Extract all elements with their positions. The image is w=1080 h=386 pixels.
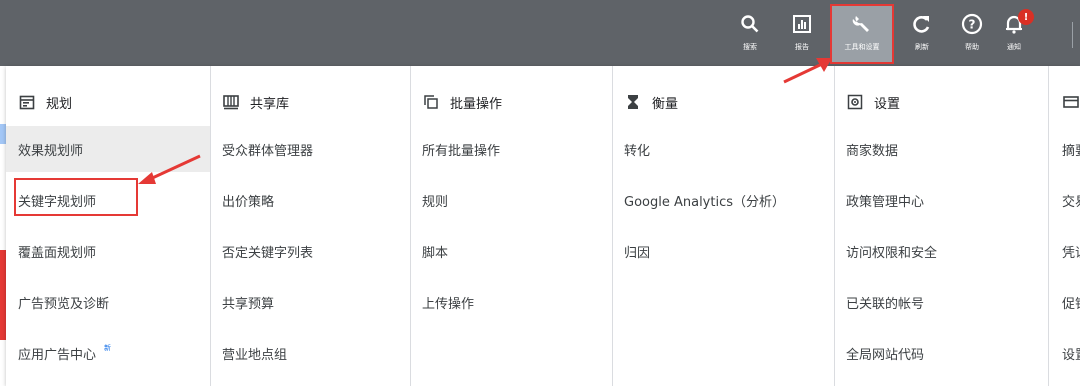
item-label: 广告预览及诊断	[18, 296, 110, 312]
column-header-billing: 结算	[1062, 90, 1080, 114]
item-label: 转化	[624, 143, 651, 159]
menu-item-summary[interactable]: 摘要	[1050, 126, 1080, 172]
top-toolbar: 搜索 报告 工具和设置 刷新 ? 帮助 ! 通知	[0, 0, 1080, 66]
column-billing: 结算 摘要 交易 凭证 促销 设置	[1048, 66, 1080, 386]
svg-text:?: ?	[969, 18, 976, 32]
menu-item-transactions[interactable]: 交易	[1050, 177, 1080, 223]
item-label: 商家数据	[846, 143, 899, 159]
toolbar-divider	[1072, 22, 1073, 48]
item-label: 营业地点组	[222, 347, 288, 363]
menu-item-audience-manager[interactable]: 受众群体管理器	[210, 126, 410, 172]
search-icon	[740, 12, 760, 36]
column-header-bulk-actions: 批量操作	[422, 90, 502, 114]
column-title: 衡量	[652, 96, 679, 112]
menu-item-reach-planner[interactable]: 覆盖面规划师	[6, 228, 210, 274]
refresh-button[interactable]: 刷新	[898, 12, 946, 58]
keyword-planner-highlight	[14, 178, 138, 216]
item-label: 归因	[624, 245, 651, 261]
menu-item-promotions[interactable]: 促销	[1050, 279, 1080, 325]
menu-item-uploads[interactable]: 上传操作	[410, 279, 612, 325]
reports-label: 报告	[795, 43, 809, 51]
item-label: 全局网站代码	[846, 347, 925, 363]
copy-icon	[422, 93, 440, 111]
new-tag: 新	[104, 344, 112, 352]
menu-item-linked-accounts[interactable]: 已关联的帐号	[834, 279, 1048, 325]
item-label: 出价策略	[222, 194, 275, 210]
menu-item-business-data[interactable]: 商家数据	[834, 126, 1048, 172]
menu-item-policy-manager[interactable]: 政策管理中心	[834, 177, 1048, 223]
search-button[interactable]: 搜索	[726, 12, 774, 58]
item-label: 访问权限和安全	[846, 245, 938, 261]
item-label: 促销	[1062, 296, 1080, 312]
menu-item-scripts[interactable]: 脚本	[410, 228, 612, 274]
item-label: 覆盖面规划师	[18, 245, 97, 261]
library-icon	[222, 93, 240, 111]
item-label: 政策管理中心	[846, 194, 925, 210]
settings-box-icon	[846, 93, 864, 111]
item-label: 否定关键字列表	[222, 245, 314, 261]
menu-item-documents[interactable]: 凭证	[1050, 228, 1080, 274]
wrench-icon	[852, 12, 872, 36]
help-button[interactable]: ? 帮助	[948, 12, 996, 58]
menu-item-attribution[interactable]: 归因	[612, 228, 834, 274]
hourglass-icon	[624, 93, 642, 111]
item-label: 共享预算	[222, 296, 275, 312]
menu-item-billing-settings[interactable]: 设置	[1050, 330, 1080, 376]
calendar-icon	[18, 93, 36, 111]
menu-item-global-site-tag[interactable]: 全局网站代码	[834, 330, 1048, 376]
item-label: 设置	[1062, 347, 1080, 363]
item-label: Google Analytics（分析）	[624, 194, 786, 210]
column-title: 批量操作	[450, 96, 503, 112]
column-title: 共享库	[250, 96, 290, 112]
tools-dropdown-panel: 规划 效果规划师 关键字规划师 覆盖面规划师 广告预览及诊断 应用广告中心新 共…	[6, 66, 1080, 386]
item-label: 规则	[422, 194, 449, 210]
menu-item-bid-strategies[interactable]: 出价策略	[210, 177, 410, 223]
column-setup: 设置 商家数据 政策管理中心 访问权限和安全 已关联的帐号 全局网站代码	[834, 66, 1049, 386]
item-label: 应用广告中心	[18, 347, 97, 363]
menu-item-negative-keyword-lists[interactable]: 否定关键字列表	[210, 228, 410, 274]
annotation-arrow-tools	[783, 58, 832, 84]
item-label: 交易	[1062, 194, 1080, 210]
column-bulk-actions: 批量操作 所有批量操作 规则 脚本 上传操作	[410, 66, 613, 386]
column-header-setup: 设置	[846, 90, 900, 114]
column-measurement: 衡量 转化 Google Analytics（分析） 归因	[612, 66, 835, 386]
help-label: 帮助	[965, 43, 979, 51]
item-label: 摘要	[1062, 143, 1080, 159]
item-label: 凭证	[1062, 245, 1080, 261]
notifications-label: 通知	[1007, 43, 1021, 51]
column-header-measurement: 衡量	[624, 90, 678, 114]
menu-item-conversions[interactable]: 转化	[612, 126, 834, 172]
menu-item-all-bulk-actions[interactable]: 所有批量操作	[410, 126, 612, 172]
item-label: 脚本	[422, 245, 449, 261]
menu-item-rules[interactable]: 规则	[410, 177, 612, 223]
menu-item-google-analytics[interactable]: Google Analytics（分析）	[612, 177, 834, 223]
menu-item-shared-budgets[interactable]: 共享预算	[210, 279, 410, 325]
card-icon	[1062, 93, 1080, 111]
item-label: 所有批量操作	[422, 143, 501, 159]
column-planning: 规划 效果规划师 关键字规划师 覆盖面规划师 广告预览及诊断 应用广告中心新	[6, 66, 211, 386]
column-shared-library: 共享库 受众群体管理器 出价策略 否定关键字列表 共享预算 营业地点组	[210, 66, 411, 386]
column-header-shared-library: 共享库	[222, 90, 289, 114]
column-title: 规划	[46, 96, 73, 112]
item-label: 受众群体管理器	[222, 143, 314, 159]
item-label: 上传操作	[422, 296, 475, 312]
menu-item-location-groups[interactable]: 营业地点组	[210, 330, 410, 376]
refresh-label: 刷新	[915, 43, 929, 51]
annotation-arrow-keyword-planner	[138, 154, 201, 184]
item-label: 效果规划师	[18, 143, 84, 159]
menu-item-ad-preview[interactable]: 广告预览及诊断	[6, 279, 210, 325]
search-label: 搜索	[743, 43, 757, 51]
column-header-planning: 规划	[18, 90, 72, 114]
bar-chart-icon	[793, 12, 811, 36]
notifications-button[interactable]: ! 通知	[990, 9, 1038, 58]
tools-settings-button[interactable]: 工具和设置	[830, 4, 894, 64]
tools-settings-label: 工具和设置	[844, 43, 880, 51]
notification-badge: !	[1018, 9, 1034, 25]
item-label: 已关联的帐号	[846, 296, 925, 312]
help-circle-icon: ?	[961, 12, 983, 36]
column-title: 设置	[874, 96, 901, 112]
refresh-icon	[912, 12, 932, 36]
menu-item-app-ads-hub[interactable]: 应用广告中心新	[6, 330, 210, 376]
menu-item-access-security[interactable]: 访问权限和安全	[834, 228, 1048, 274]
